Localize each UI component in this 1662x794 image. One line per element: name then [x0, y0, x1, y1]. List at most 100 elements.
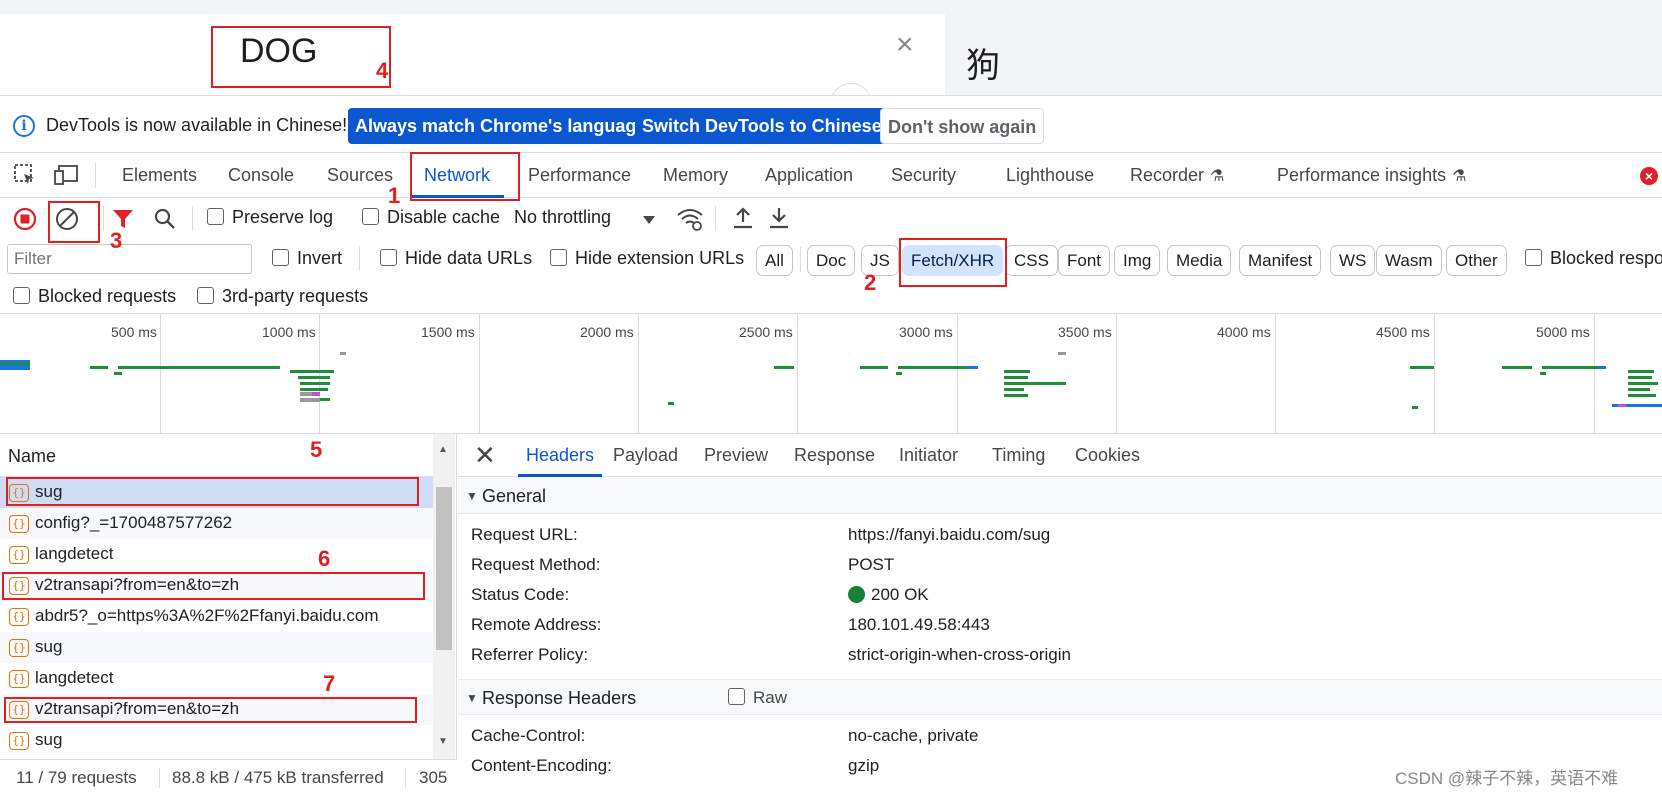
search-icon[interactable] [153, 207, 177, 236]
tab-memory[interactable]: Memory [663, 153, 728, 198]
scroll-down-arrow-icon[interactable]: ▼ [438, 736, 448, 747]
dont-show-again-button[interactable]: Don't show again [880, 108, 1045, 144]
target-text-box [945, 14, 1662, 95]
source-text-box[interactable] [0, 14, 945, 95]
checkbox-box[interactable] [1525, 249, 1542, 266]
request-row[interactable]: {} langdetect [0, 539, 433, 570]
tab-performance[interactable]: Performance [528, 153, 631, 198]
general-section-header[interactable]: ▼ General [458, 478, 1662, 514]
timeline-bar [1058, 352, 1066, 355]
stop-recording-icon[interactable] [13, 207, 37, 236]
tab-application[interactable]: Application [765, 153, 853, 198]
request-row[interactable]: {} sug [0, 632, 433, 663]
request-row[interactable]: {} config?_=1700487577262 [0, 508, 433, 539]
filter-chip-font[interactable]: Font [1058, 245, 1111, 276]
filter-chip-ws[interactable]: WS [1330, 245, 1376, 276]
tab-recorder[interactable]: Recorder ⚗ [1130, 153, 1224, 198]
network-conditions-icon[interactable] [676, 206, 704, 237]
request-row[interactable]: {} sug [0, 725, 433, 759]
filter-input[interactable] [7, 244, 252, 274]
switch-to-chinese-button[interactable]: Switch DevTools to Chinese [635, 108, 889, 144]
filter-chip-wasm[interactable]: Wasm [1376, 245, 1442, 276]
checkbox-box[interactable] [728, 688, 745, 705]
filter-chip-all[interactable]: All [756, 245, 793, 276]
checkbox-box[interactable] [380, 249, 397, 266]
request-list-scrollbar[interactable]: ▲ ▼ [433, 434, 455, 759]
checkbox-box[interactable] [272, 249, 289, 266]
timeline-bar [968, 366, 978, 369]
name-column-header[interactable]: Name [0, 434, 440, 477]
scroll-up-arrow-icon[interactable]: ▲ [438, 444, 448, 455]
checkbox-box[interactable] [197, 287, 214, 304]
tab-security[interactable]: Security [891, 153, 956, 198]
timeline-bar [1410, 366, 1434, 369]
tab-console[interactable]: Console [228, 153, 294, 198]
scrollbar-thumb[interactable] [436, 487, 452, 650]
blocked-requests-checkbox[interactable]: Blocked requests [13, 286, 176, 307]
tab-performance-insights[interactable]: Performance insights ⚗ [1277, 153, 1466, 198]
checkbox-box[interactable] [362, 208, 379, 225]
network-overview-timeline[interactable]: 500 ms 1000 ms 1500 ms 2000 ms 2500 ms 3… [0, 314, 1662, 434]
divider [103, 206, 104, 231]
divider [405, 768, 406, 788]
name-column-label: Name [8, 446, 57, 466]
expand-triangle-icon[interactable]: ▼ [466, 691, 478, 705]
filter-chip-css[interactable]: CSS [1005, 245, 1058, 276]
xhr-icon: {} [9, 639, 29, 657]
timeline-bar [312, 392, 320, 396]
inspect-element-icon[interactable] [13, 163, 37, 192]
export-har-icon[interactable] [768, 206, 790, 235]
chevron-down-icon[interactable] [642, 210, 656, 231]
throttling-select[interactable]: No throttling [514, 207, 611, 228]
filter-chip-other[interactable]: Other [1446, 245, 1507, 276]
filter-chip-manifest[interactable]: Manifest [1239, 245, 1322, 276]
expand-triangle-icon[interactable]: ▼ [466, 489, 478, 503]
invert-checkbox[interactable]: Invert [272, 248, 342, 269]
hide-extension-urls-checkbox[interactable]: Hide extension URLs [550, 248, 744, 269]
checkbox-box[interactable] [13, 287, 30, 304]
close-icon[interactable]: ✕ [474, 440, 496, 471]
xhr-icon: {} [9, 670, 29, 688]
tab-payload[interactable]: Payload [613, 434, 678, 477]
transfer-size: 88.8 kB / 475 kB transferred [172, 768, 384, 787]
tab-initiator[interactable]: Initiator [899, 434, 958, 477]
general-section-title: General [482, 486, 547, 506]
request-row[interactable]: {} langdetect [0, 663, 433, 694]
tab-preview[interactable]: Preview [704, 434, 768, 477]
tab-recorder-label: Recorder [1130, 165, 1205, 185]
tab-cookies[interactable]: Cookies [1075, 434, 1140, 477]
annotation-box-sug-row [6, 477, 419, 506]
raw-checkbox[interactable]: Raw [728, 688, 787, 708]
tick-label: 2500 ms [739, 324, 793, 340]
header-key: Status Code: [471, 585, 570, 604]
third-party-requests-checkbox[interactable]: 3rd-party requests [197, 286, 368, 307]
timeline-bar [1628, 394, 1656, 397]
disable-cache-checkbox[interactable]: Disable cache [362, 207, 500, 228]
hide-data-urls-checkbox[interactable]: Hide data URLs [380, 248, 532, 269]
tab-headers[interactable]: Headers [518, 434, 603, 477]
divider [359, 246, 360, 271]
close-error-icon[interactable]: × [1640, 167, 1658, 185]
tab-response[interactable]: Response [794, 434, 875, 477]
tab-timing[interactable]: Timing [992, 434, 1045, 477]
checkbox-box[interactable] [207, 208, 224, 225]
timeline-bar [340, 352, 346, 355]
annotation-number: 5 [310, 437, 323, 462]
tab-sources[interactable]: Sources [327, 153, 393, 198]
import-har-icon[interactable] [732, 206, 754, 235]
filter-chip-media[interactable]: Media [1167, 245, 1232, 276]
clear-text-button[interactable]: × [896, 30, 914, 60]
request-row[interactable]: {} abdr5?_o=https%3A%2F%2Ffanyi.baidu.co… [0, 601, 433, 632]
tab-lighthouse[interactable]: Lighthouse [1006, 153, 1094, 198]
blocked-response-cookies-checkbox[interactable]: Blocked respo [1525, 248, 1662, 269]
device-toolbar-icon[interactable] [54, 163, 80, 192]
always-match-language-button[interactable]: Always match Chrome's language [348, 108, 654, 144]
tab-elements[interactable]: Elements [122, 153, 197, 198]
response-headers-section-header[interactable]: ▼ Response Headers Raw [458, 679, 1662, 715]
checkbox-box[interactable] [550, 249, 567, 266]
xhr-icon: {} [9, 608, 29, 626]
annotation-box-fetch-xhr [899, 238, 1007, 287]
filter-chip-doc[interactable]: Doc [807, 245, 856, 276]
preserve-log-checkbox[interactable]: Preserve log [207, 207, 333, 228]
filter-chip-img[interactable]: Img [1114, 245, 1161, 276]
